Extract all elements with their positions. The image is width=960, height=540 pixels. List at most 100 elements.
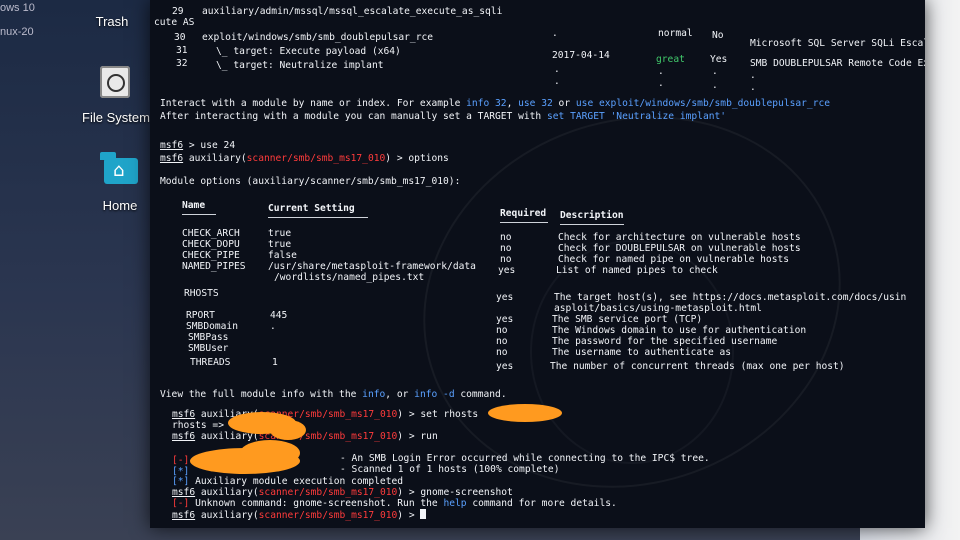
- home-label: Home: [102, 198, 138, 213]
- option-name: SMBPass: [188, 332, 229, 343]
- options-header-description: Description: [560, 210, 624, 221]
- unknown-command-error: [-] Unknown command: gnome-screenshot. R…: [172, 498, 617, 509]
- option-required: no: [500, 232, 512, 243]
- option-name: RHOSTS: [184, 288, 219, 299]
- trash-desktop-icon[interactable]: Trash: [72, 14, 152, 29]
- search-row-module: auxiliary/admin/mssql/mssql_escalate_exe…: [202, 6, 503, 17]
- search-row-description: .: [750, 82, 756, 93]
- option-setting: true: [268, 228, 292, 239]
- search-row-rank: .: [658, 78, 664, 89]
- option-setting: true: [268, 239, 292, 250]
- search-row-rank: .: [658, 66, 664, 77]
- option-description: List of named pipes to check: [556, 265, 718, 276]
- options-title: Module options (auxiliary/scanner/smb/sm…: [160, 176, 461, 187]
- option-name: CHECK_DOPU: [182, 239, 240, 250]
- options-header-required: Required: [500, 208, 547, 219]
- command-line-screenshot: msf6 auxiliary(scanner/smb/smb_ms17_010)…: [172, 487, 513, 498]
- option-description: asploit/basics/using-metasploit.html: [554, 303, 762, 314]
- header-underline: [182, 214, 216, 215]
- home-desktop-icon[interactable]: Home: [80, 198, 160, 213]
- option-description: The SMB service port (TCP): [552, 314, 703, 325]
- option-setting: /wordlists/named_pipes.txt: [274, 272, 425, 283]
- interact-hint-line-2: After interacting with a module you can …: [160, 111, 727, 122]
- run-output-login-error: - An SMB Login Error occurred while conn…: [340, 453, 710, 464]
- search-row-rank: great: [656, 54, 685, 65]
- search-row-check: .: [712, 66, 718, 77]
- option-name: NAMED_PIPES: [182, 261, 246, 272]
- search-row-continuation: cute AS: [154, 17, 195, 28]
- left-edge-text-2: nux-20: [0, 26, 34, 38]
- search-row-number: 32: [176, 58, 188, 69]
- terminal-window[interactable]: 29 auxiliary/admin/mssql/mssql_escalate_…: [150, 0, 925, 528]
- search-row-number: 30: [174, 32, 186, 43]
- option-description: Check for named pipe on vulnerable hosts: [558, 254, 790, 265]
- active-prompt-line[interactable]: msf6 auxiliary(scanner/smb/smb_ms17_010)…: [172, 509, 427, 521]
- option-required: yes: [496, 292, 514, 303]
- option-description: The username to authenticate as: [552, 347, 732, 358]
- search-row-disclosure: .: [554, 64, 560, 75]
- option-setting: 445: [270, 310, 288, 321]
- option-description: The password for the specified username: [552, 336, 778, 347]
- option-name: THREADS: [190, 357, 231, 368]
- header-underline: [560, 224, 624, 225]
- rhosts-echo: rhosts =>: [172, 420, 224, 431]
- option-required: no: [496, 347, 508, 358]
- search-row-check: No: [712, 30, 724, 41]
- command-line-set-rhosts: msf6 auxiliary(scanner/smb/smb_ms17_010)…: [172, 409, 479, 420]
- option-required: yes: [496, 314, 514, 325]
- option-description: The Windows domain to use for authentica…: [552, 325, 807, 336]
- search-row-number: 31: [176, 45, 188, 56]
- file-system-icon[interactable]: [100, 66, 130, 98]
- search-row-disclosure: .: [552, 28, 558, 39]
- command-line-options: msf6 auxiliary(scanner/smb/smb_ms17_010)…: [160, 153, 449, 164]
- run-output-completed: [*] Auxiliary module execution completed: [172, 476, 404, 487]
- redaction-mark: [240, 440, 300, 466]
- command-line-use: msf6 > use 24: [160, 140, 236, 151]
- search-row-number: 29: [172, 6, 184, 17]
- search-row-check: .: [712, 80, 718, 91]
- search-row-description: .: [750, 70, 756, 81]
- option-description: Check for DOUBLEPULSAR on vulnerable hos…: [558, 243, 801, 254]
- interact-hint-line-1: Interact with a module by name or index.…: [160, 98, 831, 109]
- option-description: The number of concurrent threads (max on…: [550, 361, 845, 372]
- search-row-disclosure: 2017-04-14: [552, 50, 610, 61]
- search-row-module: exploit/windows/smb/smb_doublepulsar_rce: [202, 32, 434, 43]
- text-cursor: [420, 509, 427, 519]
- run-output-scanned: - Scanned 1 of 1 hosts (100% complete): [340, 464, 560, 475]
- redaction-mark: [270, 420, 306, 440]
- search-row-module: \_ target: Execute payload (x64): [216, 46, 401, 57]
- header-underline: [268, 217, 368, 218]
- search-row-check: Yes: [710, 54, 728, 65]
- left-edge-text-1: ows 10: [0, 2, 35, 14]
- options-header-name: Name: [182, 200, 206, 211]
- file-system-desktop-icon[interactable]: File System: [76, 110, 156, 125]
- error-tag: [-]: [172, 455, 190, 466]
- option-name: CHECK_PIPE: [182, 250, 240, 261]
- options-header-setting: Current Setting: [268, 203, 355, 214]
- search-row-description: Microsoft SQL Server SQLi Escala: [750, 38, 925, 49]
- view-info-hint: View the full module info with the info,…: [160, 389, 507, 400]
- option-description: Check for architecture on vulnerable hos…: [558, 232, 801, 243]
- option-required: yes: [496, 361, 514, 372]
- option-name: SMBUser: [188, 343, 229, 354]
- file-system-label: File System: [82, 110, 150, 125]
- home-folder-icon[interactable]: [100, 152, 138, 184]
- trash-label: Trash: [95, 14, 129, 29]
- redaction-mark: [488, 404, 562, 422]
- option-required: yes: [498, 265, 516, 276]
- search-row-description: SMB DOUBLEPULSAR Remote Code Exe: [750, 58, 925, 69]
- option-description: The target host(s), see https://docs.met…: [554, 292, 907, 303]
- option-setting: false: [268, 250, 297, 261]
- option-name: RPORT: [186, 310, 215, 321]
- search-row-module: \_ target: Neutralize implant: [216, 60, 384, 71]
- option-setting: .: [270, 321, 276, 332]
- option-setting: /usr/share/metasploit-framework/data: [268, 261, 476, 272]
- option-required: no: [496, 325, 508, 336]
- search-row-rank: normal: [658, 28, 693, 39]
- search-row-disclosure: .: [554, 76, 560, 87]
- option-required: no: [500, 254, 512, 265]
- option-required: no: [500, 243, 512, 254]
- option-setting: 1: [272, 357, 278, 368]
- option-name: CHECK_ARCH: [182, 228, 240, 239]
- header-underline: [500, 222, 548, 223]
